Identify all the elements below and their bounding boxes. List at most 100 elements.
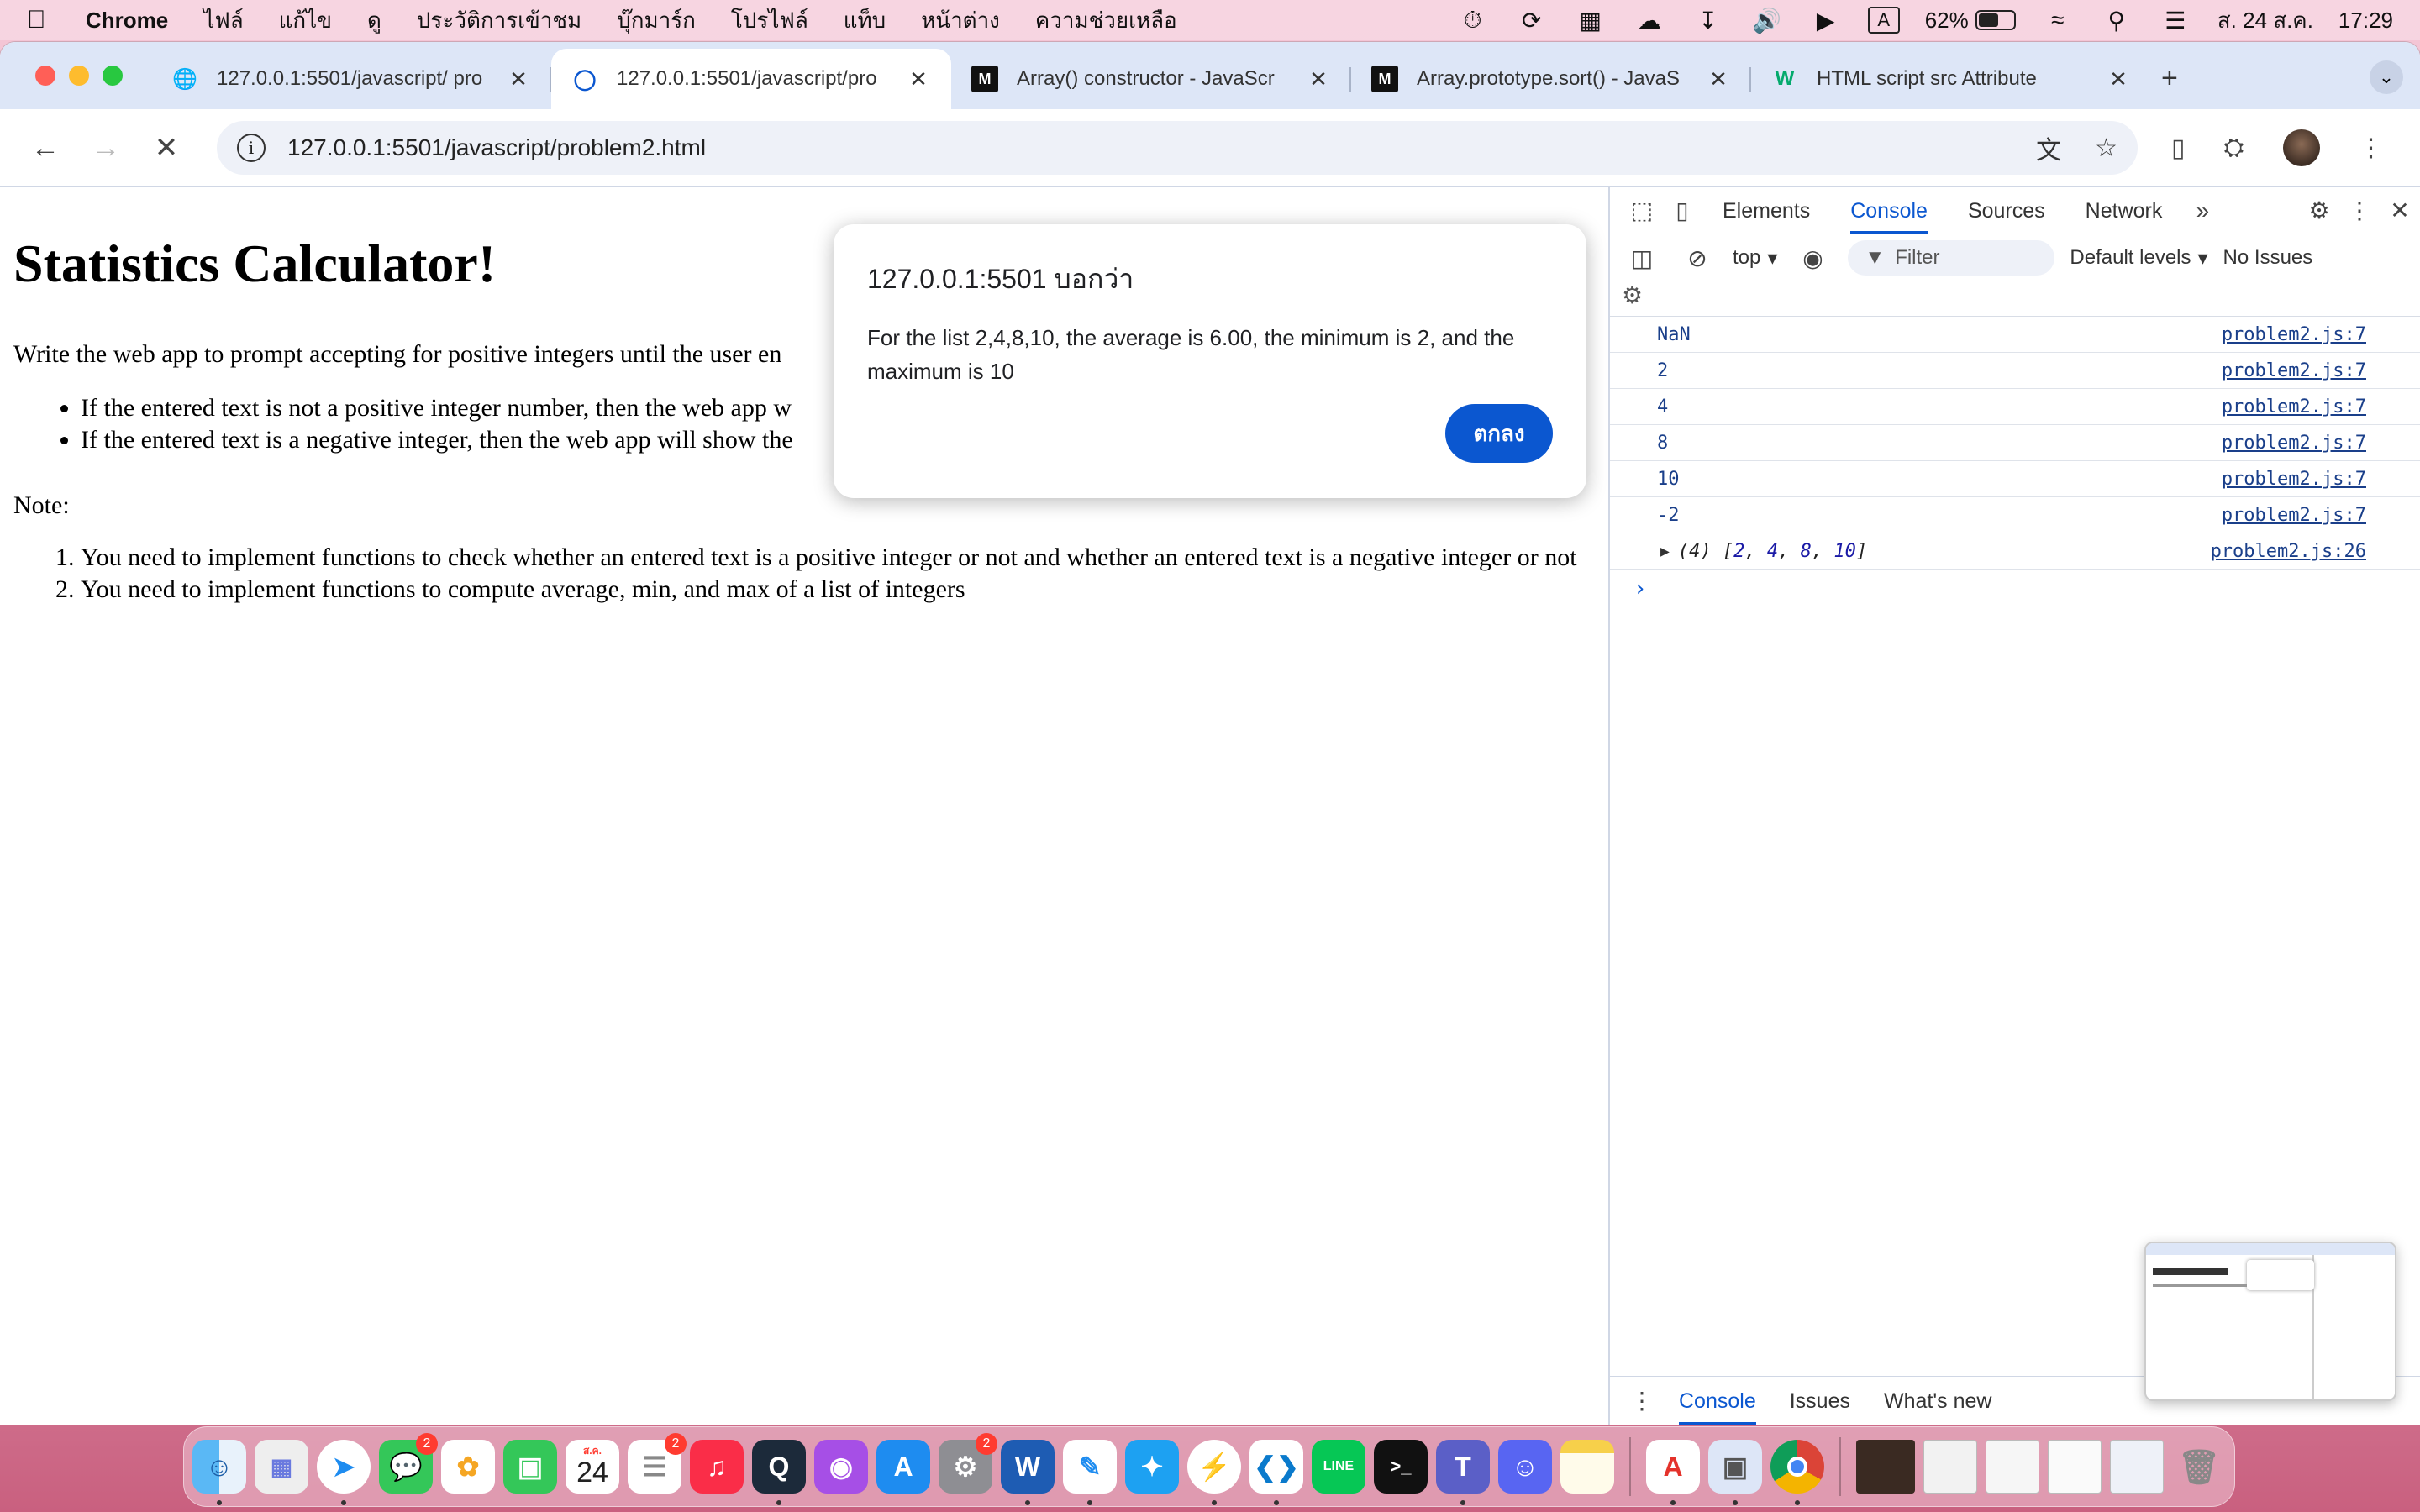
address-url[interactable]: 127.0.0.1:5501/javascript/problem2.html: [287, 134, 2002, 161]
tab-problem-page-2[interactable]: ◯ 127.0.0.1:5501/javascript/pro ✕: [551, 49, 951, 109]
messages-icon[interactable]: 💬 2: [379, 1433, 438, 1494]
minimized-window-notes[interactable]: [2048, 1440, 2102, 1494]
minimize-window-button[interactable]: [69, 66, 89, 86]
rotate-icon[interactable]: ⟳: [1515, 7, 1549, 34]
photos-icon[interactable]: ✿: [441, 1440, 495, 1494]
podcasts-icon[interactable]: ◉: [814, 1440, 868, 1494]
spotlight-search-icon[interactable]: ⚲: [2100, 7, 2133, 34]
control-center-icon[interactable]: ☰: [2159, 7, 2192, 34]
teams-icon[interactable]: T: [1436, 1440, 1490, 1505]
play-circle-icon[interactable]: ▶: [1809, 7, 1843, 34]
console-settings-gear-icon[interactable]: ⚙: [1622, 282, 1643, 308]
zoom-window-button[interactable]: [103, 66, 123, 86]
download-icon[interactable]: ↧: [1691, 7, 1725, 34]
quicktime-icon[interactable]: Q: [752, 1440, 806, 1505]
menu-date[interactable]: ส. 24 ส.ค.: [2217, 3, 2313, 38]
music-icon[interactable]: ♫: [690, 1440, 744, 1494]
cloud-icon[interactable]: ☁: [1633, 7, 1666, 34]
new-tab-button[interactable]: +: [2161, 62, 2178, 95]
tab-array-sort[interactable]: M Array.prototype.sort() - JavaS ✕: [1351, 49, 1751, 109]
live-expression-eye-icon[interactable]: ◉: [1792, 244, 1833, 272]
wifi-icon[interactable]: ≈: [2041, 7, 2075, 34]
app-store-icon[interactable]: A: [876, 1440, 930, 1494]
close-window-button[interactable]: [35, 66, 55, 86]
address-bar[interactable]: i 127.0.0.1:5501/javascript/problem2.htm…: [217, 121, 2138, 175]
menu-bookmarks[interactable]: บุ๊กมาร์ก: [617, 3, 696, 38]
safari-icon[interactable]: ➤: [317, 1440, 371, 1505]
devtools-settings-gear-icon[interactable]: ⚙: [2299, 197, 2339, 224]
chrome-icon[interactable]: [1770, 1440, 1824, 1505]
trash-icon[interactable]: 🗑: [2172, 1440, 2226, 1494]
minimized-window-browser[interactable]: [2110, 1440, 2164, 1494]
close-tab-icon[interactable]: ✕: [906, 66, 931, 92]
finder-icon[interactable]: ☺: [192, 1440, 246, 1505]
menu-time[interactable]: 17:29: [2338, 8, 2393, 34]
messenger-icon[interactable]: ⚡: [1187, 1440, 1241, 1505]
system-settings-icon[interactable]: ⚙ 2: [939, 1433, 997, 1494]
stop-loading-icon[interactable]: ✕: [143, 131, 190, 165]
devtools-tab-sources[interactable]: Sources: [1968, 187, 2045, 234]
alert-ok-button[interactable]: ตกลง: [1445, 404, 1553, 463]
bookmark-star-icon[interactable]: ☆: [2095, 134, 2118, 163]
word-icon[interactable]: W: [1001, 1440, 1055, 1505]
log-source-link[interactable]: problem2.js:7: [2222, 469, 2366, 490]
menu-app-name[interactable]: Chrome: [86, 8, 168, 34]
facetime-icon[interactable]: ▣: [503, 1440, 557, 1494]
drawer-tab-console[interactable]: Console: [1679, 1377, 1756, 1425]
input-source-icon[interactable]: A: [1867, 7, 1900, 34]
tab-w3schools-script[interactable]: W HTML script src Attribute ✕: [1751, 49, 2151, 109]
screenshot-thumbnail[interactable]: [2144, 1242, 2396, 1401]
minimized-window-photo[interactable]: [1856, 1440, 1915, 1494]
inspect-element-icon[interactable]: ⬚: [1622, 197, 1662, 224]
minimized-window-document[interactable]: [1923, 1440, 1977, 1494]
log-source-link[interactable]: problem2.js:26: [2211, 541, 2366, 562]
focus-timer-icon[interactable]: ⏱: [1456, 7, 1490, 34]
battery-status[interactable]: 62%: [1925, 8, 2016, 34]
notes-icon[interactable]: [1560, 1440, 1614, 1494]
menu-file[interactable]: ไฟล์: [203, 3, 243, 38]
extensions-puzzle-icon[interactable]: ⛭: [2224, 134, 2244, 162]
context-selector[interactable]: top ▾: [1733, 246, 1777, 270]
launchpad-icon[interactable]: ▦: [255, 1440, 308, 1494]
log-source-link[interactable]: problem2.js:7: [2222, 360, 2366, 381]
close-tab-icon[interactable]: ✕: [1706, 66, 1731, 92]
log-levels-dropdown[interactable]: Default levels ▾: [2070, 246, 2207, 270]
close-tab-icon[interactable]: ✕: [506, 66, 531, 92]
drawer-tab-whats-new[interactable]: What's new: [1884, 1377, 1991, 1425]
drawer-menu-icon[interactable]: ⋮: [1622, 1387, 1662, 1415]
sidebar-toggle-icon[interactable]: ◫: [1622, 244, 1662, 272]
twitter-icon[interactable]: ✦: [1125, 1440, 1179, 1494]
menu-help[interactable]: ความช่วยเหลือ: [1035, 3, 1177, 38]
devtools-tab-elements[interactable]: Elements: [1723, 187, 1810, 234]
vscode-icon[interactable]: ❮❯: [1249, 1440, 1303, 1505]
profile-avatar[interactable]: [2282, 129, 2320, 166]
menu-tab[interactable]: แท็บ: [844, 3, 886, 38]
tab-search-chevron-icon[interactable]: ⌄: [2370, 60, 2403, 94]
chrome-menu-icon[interactable]: ⋮: [2359, 134, 2384, 163]
calendar-menu-icon[interactable]: ▦: [1574, 7, 1607, 34]
issues-count[interactable]: No Issues: [2223, 246, 2313, 270]
discord-icon[interactable]: ☺: [1498, 1440, 1552, 1494]
tab-array-constructor[interactable]: M Array() constructor - JavaScr ✕: [951, 49, 1351, 109]
console-filter-input[interactable]: ▼ Filter: [1848, 240, 2055, 276]
devtools-more-icon[interactable]: ⋮: [2339, 197, 2380, 224]
menu-edit[interactable]: แก้ไข: [279, 3, 332, 38]
menu-history[interactable]: ประวัติการเข้าชม: [417, 3, 581, 38]
devtools-close-icon[interactable]: ✕: [2380, 197, 2420, 224]
close-tab-icon[interactable]: ✕: [1306, 66, 1331, 92]
back-arrow-icon[interactable]: ←: [22, 132, 69, 165]
console-prompt[interactable]: ›: [1610, 576, 2420, 601]
more-tabs-chevron-icon[interactable]: »: [2182, 197, 2223, 224]
acrobat-icon[interactable]: A: [1646, 1440, 1700, 1505]
translate-icon[interactable]: 文: [2036, 129, 2061, 166]
log-source-link[interactable]: problem2.js:7: [2222, 505, 2366, 526]
forward-arrow-icon[interactable]: →: [82, 132, 129, 165]
line-icon[interactable]: LINE: [1312, 1440, 1365, 1494]
devtools-tab-network[interactable]: Network: [2086, 187, 2163, 234]
preview-icon[interactable]: ▣: [1708, 1440, 1762, 1505]
log-source-link[interactable]: problem2.js:7: [2222, 396, 2366, 417]
reading-list-icon[interactable]: ▯: [2171, 134, 2186, 163]
devtools-tab-console[interactable]: Console: [1850, 187, 1928, 234]
menu-view[interactable]: ดู: [367, 3, 381, 38]
device-toolbar-icon[interactable]: ▯: [1662, 197, 1702, 224]
